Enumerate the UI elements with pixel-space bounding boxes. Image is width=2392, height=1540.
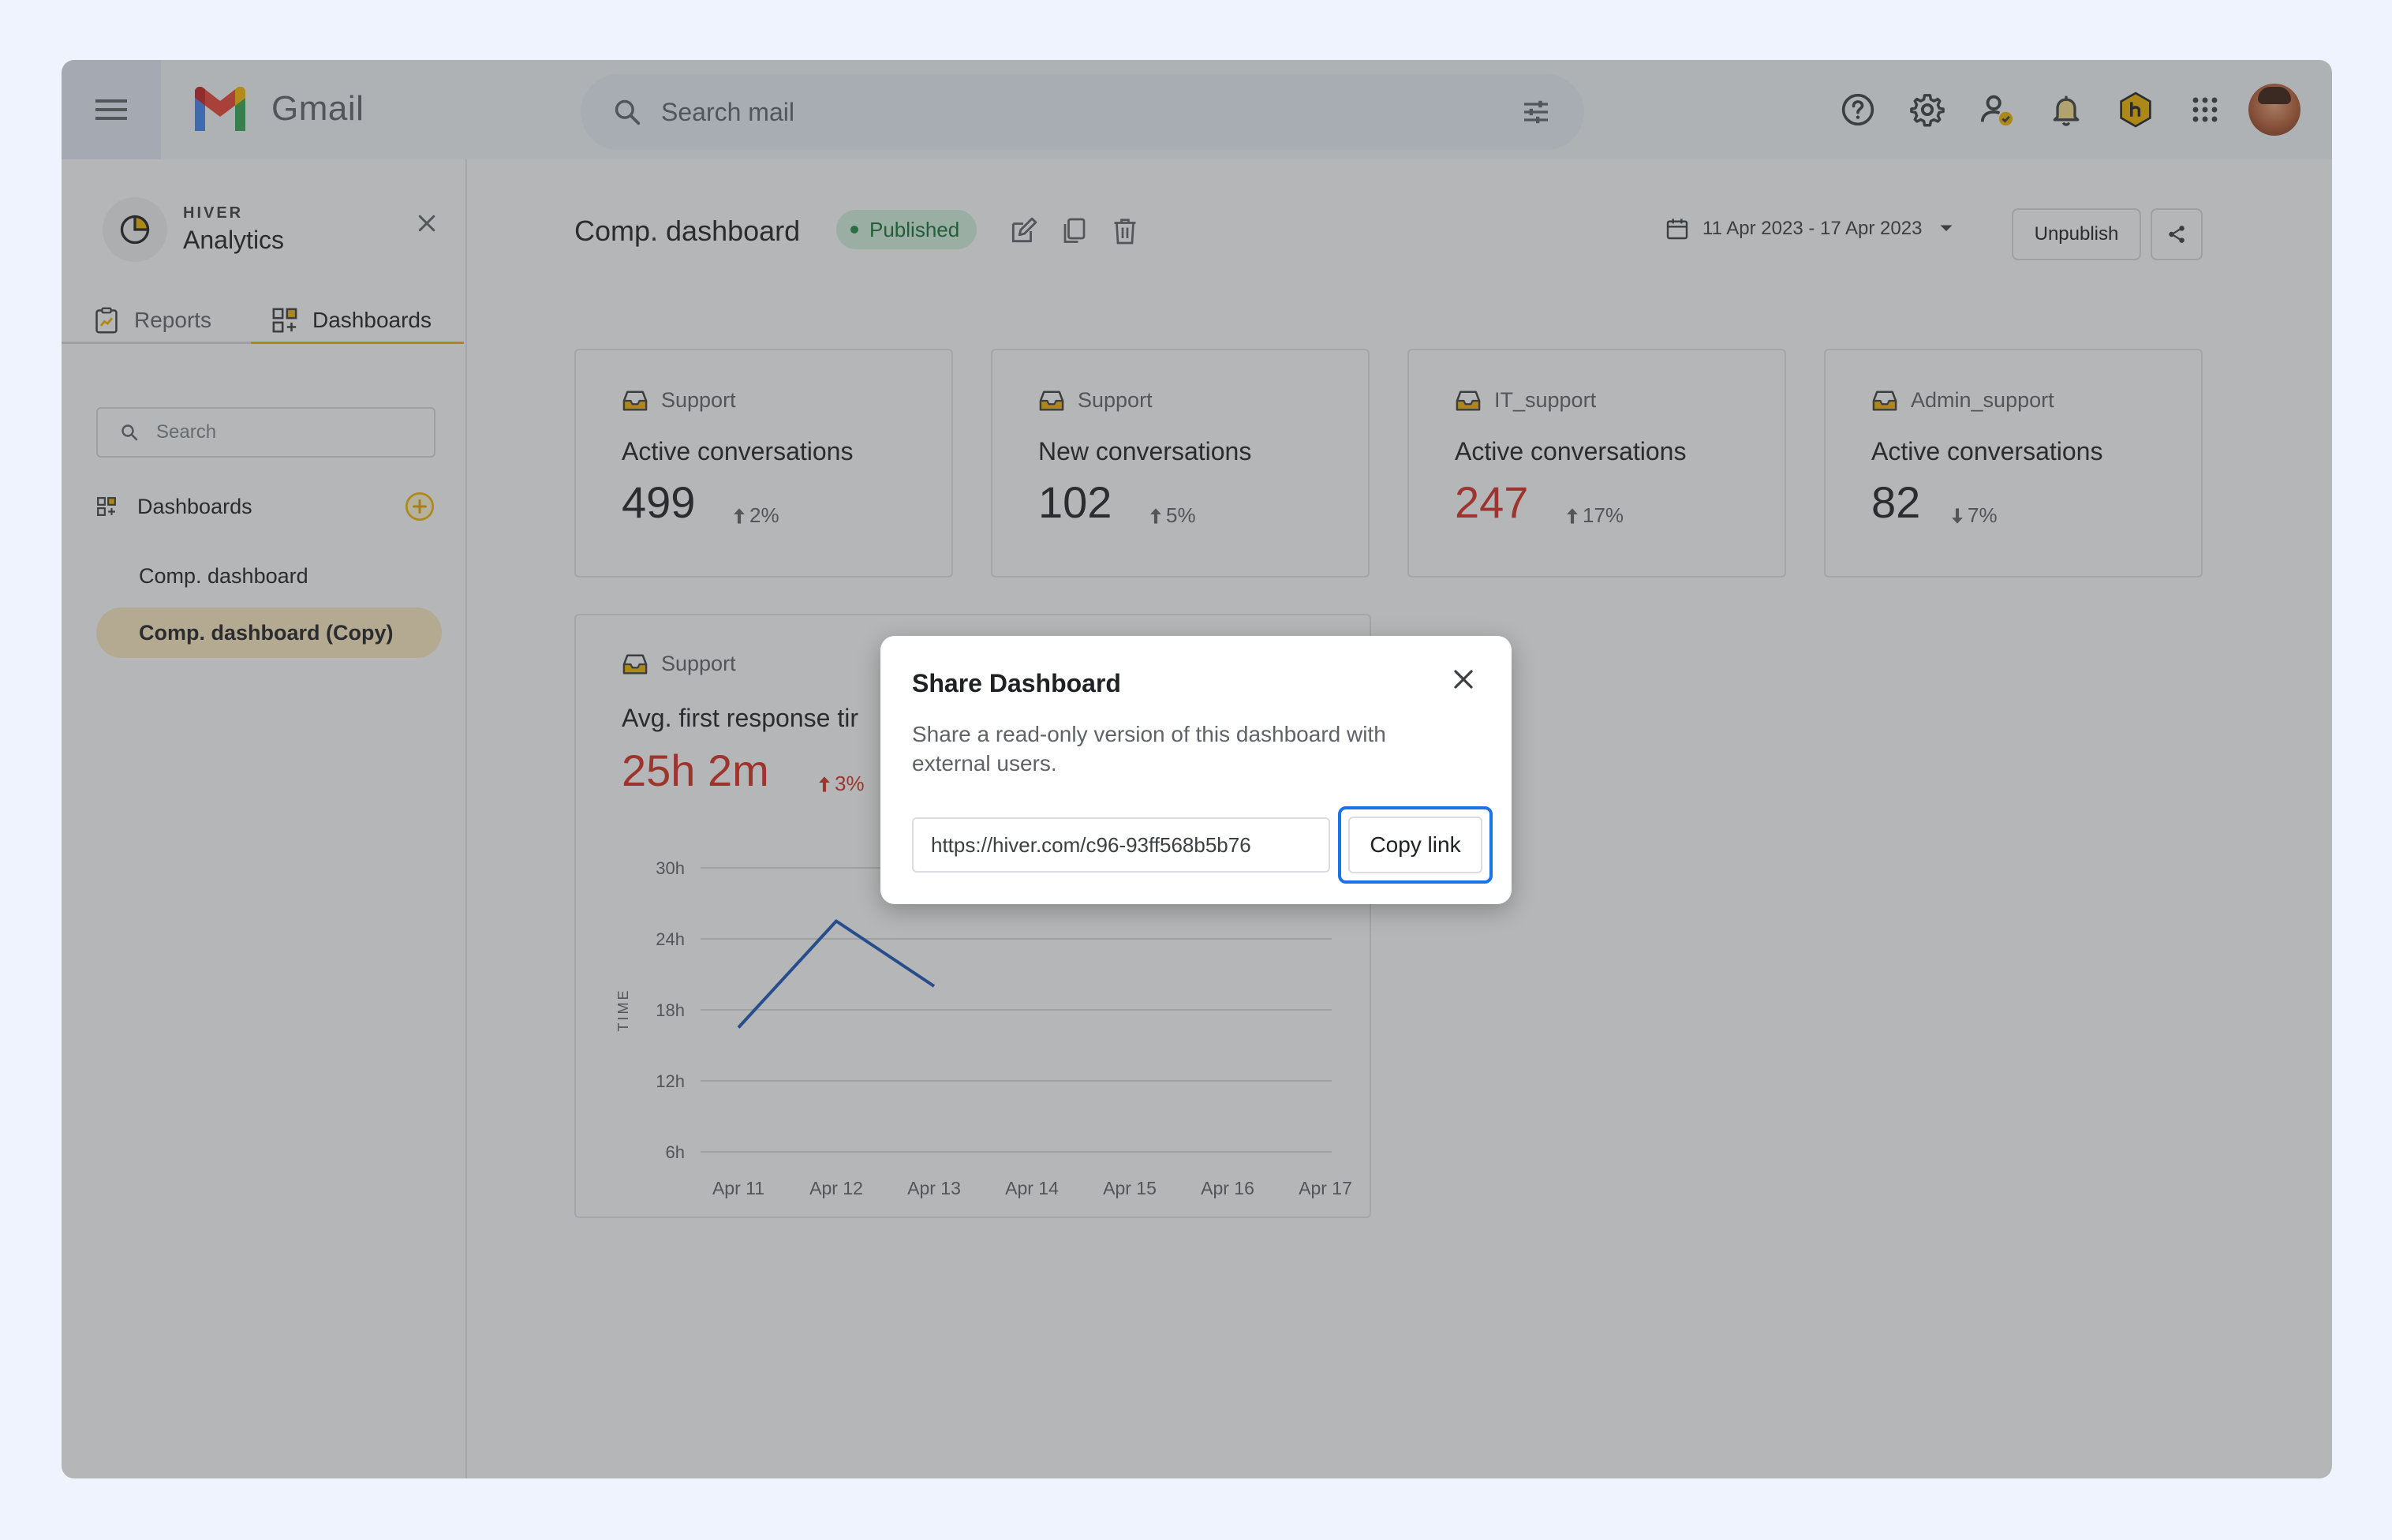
close-icon [1454,670,1473,689]
copy-link-label: Copy link [1348,817,1482,873]
modal-title: Share Dashboard [912,669,1121,697]
share-dashboard-modal: Share Dashboard Share a read-only versio… [880,636,1512,904]
share-link-input[interactable] [912,817,1330,873]
copy-link-button[interactable]: Copy link [1338,806,1493,884]
modal-description: Share a read-only version of this dashbo… [912,722,1386,776]
close-modal-button[interactable] [1452,667,1475,695]
